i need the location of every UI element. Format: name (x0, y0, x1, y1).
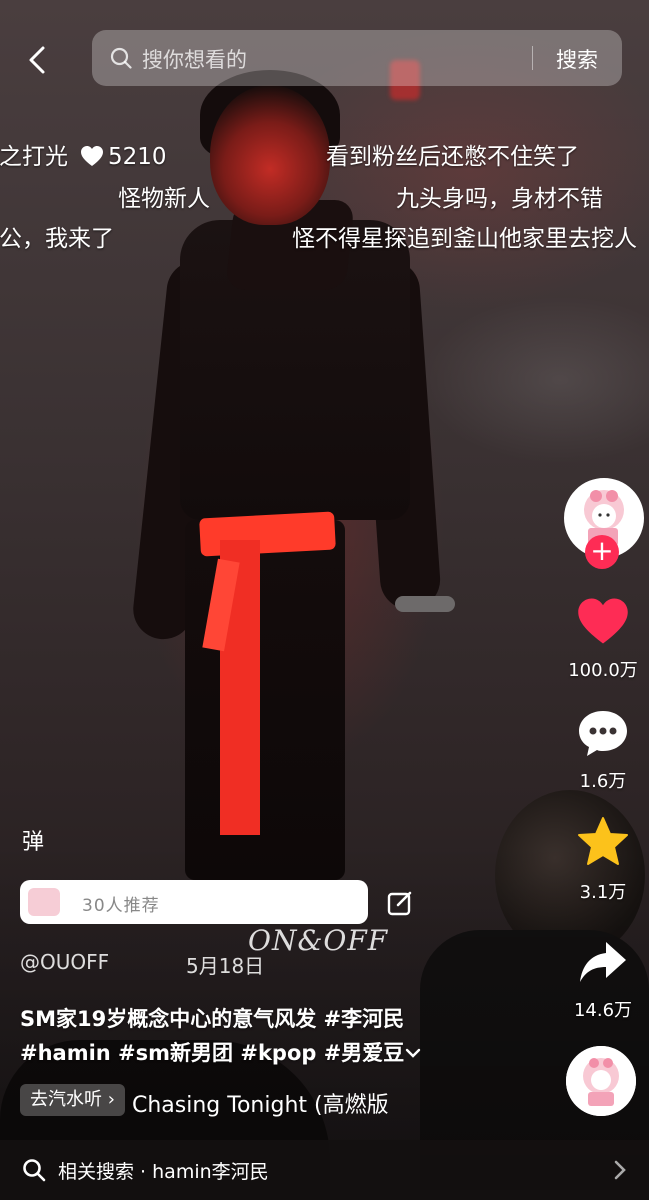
danmaku-item: 怪物新人 (118, 186, 210, 212)
star-icon[interactable] (576, 816, 630, 872)
recommend-pill[interactable]: 30人推荐 (20, 880, 368, 924)
search-button[interactable]: 搜索 (556, 44, 598, 74)
video-caption[interactable]: SM家19岁概念中心的意气风发 #李河民 #hamin #sm新男团 #kpop… (20, 1002, 460, 1070)
recommender-avatars (28, 888, 60, 916)
music-tag-label: 去汽水听 (30, 1089, 102, 1110)
music-disc[interactable] (566, 1046, 636, 1116)
heart-icon (80, 145, 104, 173)
comment-count: 1.6万 (579, 771, 627, 792)
search-input[interactable]: 搜你想看的 (142, 44, 247, 74)
related-search-query: hamin李河民 (152, 1161, 269, 1183)
search-icon (22, 1158, 46, 1182)
danmaku-text: 神之打光 (0, 144, 68, 170)
share-count: 14.6万 (573, 1000, 633, 1021)
chevron-down-icon[interactable] (404, 1041, 422, 1065)
danmaku-item: 看到粉丝后还憋不住笑了 (326, 144, 579, 170)
related-search-text: 相关搜索 · hamin李河民 (58, 1161, 269, 1183)
related-search-label: 相关搜索 (58, 1161, 135, 1183)
danmaku-likes: 5210 (108, 144, 167, 170)
edit-icon[interactable] (386, 889, 414, 917)
heart-icon[interactable] (576, 596, 630, 650)
share-icon[interactable] (576, 938, 630, 990)
recommend-text: 30人推荐 (82, 896, 160, 916)
favorite-count: 3.1万 (579, 882, 627, 903)
search-icon (110, 47, 132, 69)
search-bar[interactable]: 搜你想看的 搜索 (92, 30, 622, 86)
music-title[interactable]: Chasing Tonight (高燃版 (132, 1087, 389, 1119)
author-handle[interactable]: @OUOFF (20, 950, 109, 974)
danmaku-toggle[interactable]: 弹 (22, 824, 66, 862)
back-arrow-icon[interactable] (22, 44, 54, 76)
danmaku-item: 老公，我来了 (0, 226, 114, 252)
caption-line: SM家19岁概念中心的意气风发 #李河民 (20, 1007, 405, 1031)
search-divider (532, 46, 533, 70)
caption-line: #hamin #sm新男团 #kpop #男爱豆 (20, 1036, 460, 1070)
video-watermark: ON&OFF (248, 924, 389, 957)
caption-hashtags: #hamin #sm新男团 #kpop #男爱豆 (20, 1041, 405, 1065)
video-player[interactable]: 搜你想看的 搜索 神之打光 5210 看到粉丝后还憋不住笑了 怪物新人 九头身吗，… (0, 0, 649, 1200)
chevron-right-icon[interactable] (612, 1158, 628, 1182)
post-date: 5月18日 (186, 954, 265, 978)
danmaku-item: 怪不得星探追到釜山他家里去挖人 (292, 226, 637, 252)
music-app-tag[interactable]: 去汽水听 › (20, 1084, 125, 1116)
related-search-bar[interactable]: 相关搜索 · hamin李河民 (0, 1140, 649, 1200)
plus-icon[interactable]: + (585, 535, 619, 569)
like-count: 100.0万 (568, 660, 638, 681)
comment-icon[interactable] (576, 708, 630, 762)
danmaku-item: 神之打光 5210 (0, 137, 167, 173)
danmaku-item: 九头身吗，身材不错 (396, 186, 603, 212)
